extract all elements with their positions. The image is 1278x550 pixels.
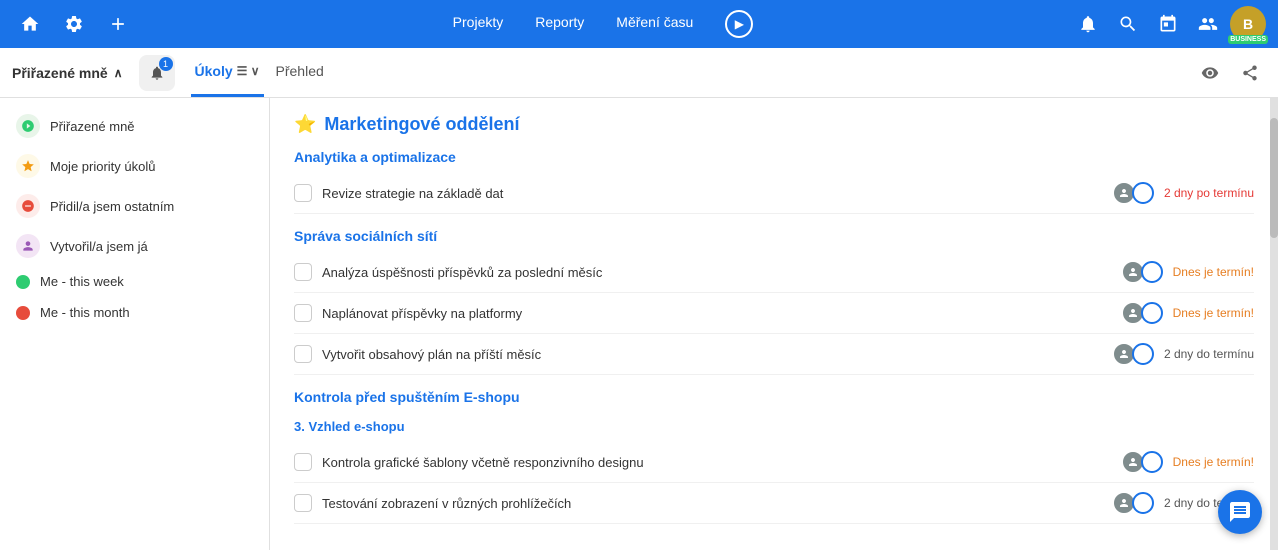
task-checkbox[interactable] <box>294 345 312 363</box>
nav-reporty[interactable]: Reporty <box>535 10 584 38</box>
tab-bar: Úkoly ☰ ∨ Přehled <box>191 48 328 97</box>
view-settings-icon[interactable] <box>1194 57 1226 89</box>
sidebar-item-priorities[interactable]: Moje priority úkolů <box>0 146 269 186</box>
calendar-icon[interactable] <box>1150 6 1186 42</box>
task-checkbox[interactable] <box>294 494 312 512</box>
tab-prehled[interactable]: Přehled <box>272 48 328 97</box>
sidebar: Přiřazené mně Moje priority úkolů Přidil… <box>0 98 270 550</box>
task-avatars <box>1121 450 1163 474</box>
sidebar-created-label: Vytvořil/a jsem já <box>50 239 148 254</box>
section-title-text: Marketingové oddělení <box>324 114 519 135</box>
task-row: Naplánovat příspěvky na platformy Dnes j… <box>294 293 1254 334</box>
task-avatars <box>1121 301 1163 325</box>
sidebar-this-week-label: Me - this week <box>40 274 124 289</box>
avatar-ring <box>1132 182 1154 204</box>
task-checkbox[interactable] <box>294 453 312 471</box>
tab-ukoly[interactable]: Úkoly ☰ ∨ <box>191 48 264 97</box>
task-checkbox[interactable] <box>294 304 312 322</box>
task-avatars <box>1121 260 1163 284</box>
task-checkbox[interactable] <box>294 263 312 281</box>
task-due-date: Dnes je termín! <box>1173 306 1254 320</box>
this-month-dot <box>16 306 30 320</box>
group-social-title: Správa sociálních sítí <box>294 228 1254 244</box>
group-eshop-title: Kontrola před spuštěním E-shopu <box>294 389 1254 405</box>
task-row: Revize strategie na základě dat 2 dny po… <box>294 173 1254 214</box>
task-name: Naplánovat příspěvky na platformy <box>322 306 1111 321</box>
this-week-dot <box>16 275 30 289</box>
avatar-ring <box>1141 261 1163 283</box>
notification-button[interactable]: 1 <box>139 55 175 91</box>
tab-prehled-label: Přehled <box>276 63 324 79</box>
tab-ukoly-label: Úkoly <box>195 63 233 79</box>
main-content: ⭐ Marketingové oddělení Analytika a opti… <box>270 98 1278 550</box>
task-due-date: Dnes je termín! <box>1173 265 1254 279</box>
notification-badge: 1 <box>159 57 173 71</box>
center-nav-links: Projekty Reporty Měření času ▶ <box>144 10 1062 38</box>
avatar-ring <box>1132 492 1154 514</box>
assigned-title[interactable]: Přiřazené mně ∧ <box>12 65 123 81</box>
top-navigation: Projekty Reporty Měření času ▶ B BUSINES… <box>0 0 1278 48</box>
avatar-ring <box>1141 302 1163 324</box>
subsection-number: 3. Vzhled e-shopu <box>294 419 1254 434</box>
task-due-date: 2 dny do termínu <box>1164 347 1254 361</box>
assigned-others-icon <box>16 194 40 218</box>
task-name: Vytvořit obsahový plán na příští měsíc <box>322 347 1102 362</box>
users-icon[interactable] <box>1190 6 1226 42</box>
task-due-date: 2 dny po termínu <box>1164 186 1254 200</box>
nav-projekty[interactable]: Projekty <box>453 10 504 38</box>
chat-bubble-button[interactable] <box>1218 490 1262 534</box>
sidebar-this-month-label: Me - this month <box>40 305 130 320</box>
task-avatars <box>1112 491 1154 515</box>
sidebar-item-assigned-others[interactable]: Přidil/a jsem ostatním <box>0 186 269 226</box>
sidebar-item-created[interactable]: Vytvořil/a jsem já <box>0 226 269 266</box>
sub-header-right-actions <box>1194 57 1266 89</box>
search-icon[interactable] <box>1110 6 1146 42</box>
sidebar-assigned-label: Přiřazené mně <box>50 119 135 134</box>
settings-icon[interactable] <box>56 6 92 42</box>
main-layout: Přiřazené mně Moje priority úkolů Přidil… <box>0 98 1278 550</box>
scrollbar[interactable] <box>1270 98 1278 550</box>
user-avatar[interactable]: B BUSINESS <box>1230 6 1266 42</box>
priorities-icon <box>16 154 40 178</box>
play-button[interactable]: ▶ <box>725 10 753 38</box>
section-title: ⭐ Marketingové oddělení <box>294 114 1254 135</box>
scrollbar-thumb[interactable] <box>1270 118 1278 238</box>
sidebar-assigned-others-label: Přidil/a jsem ostatním <box>50 199 174 214</box>
right-nav-icons: B BUSINESS <box>1070 6 1266 42</box>
home-icon[interactable] <box>12 6 48 42</box>
task-due-date: Dnes je termín! <box>1173 455 1254 469</box>
section-star-icon: ⭐ <box>294 114 316 135</box>
sidebar-priorities-label: Moje priority úkolů <box>50 159 156 174</box>
task-name: Analýza úspěšnosti příspěvků za poslední… <box>322 265 1111 280</box>
chevron-up-icon: ∧ <box>114 66 123 80</box>
group-analytika-title: Analytika a optimalizace <box>294 149 1254 165</box>
sub-header: Přiřazené mně ∧ 1 Úkoly ☰ ∨ Přehled <box>0 48 1278 98</box>
task-row: Testování zobrazení v různých prohlížečí… <box>294 483 1254 524</box>
task-avatars <box>1112 342 1154 366</box>
assigned-title-text: Přiřazené mně <box>12 65 108 81</box>
task-row: Kontrola grafické šablony včetně responz… <box>294 442 1254 483</box>
task-name: Revize strategie na základě dat <box>322 186 1102 201</box>
nav-mereni[interactable]: Měření času <box>616 10 693 38</box>
business-badge: BUSINESS <box>1228 35 1268 44</box>
task-name: Testování zobrazení v různých prohlížečí… <box>322 496 1102 511</box>
task-row: Vytvořit obsahový plán na příští měsíc 2… <box>294 334 1254 375</box>
share-icon[interactable] <box>1234 57 1266 89</box>
sidebar-item-this-week[interactable]: Me - this week <box>0 266 269 297</box>
filter-icon: ☰ ∨ <box>237 64 260 78</box>
avatar-ring <box>1141 451 1163 473</box>
add-icon[interactable] <box>100 6 136 42</box>
task-name: Kontrola grafické šablony včetně responz… <box>322 455 1111 470</box>
sidebar-item-assigned[interactable]: Přiřazené mně <box>0 106 269 146</box>
created-icon <box>16 234 40 258</box>
avatar-ring <box>1132 343 1154 365</box>
task-avatars <box>1112 181 1154 205</box>
sidebar-item-this-month[interactable]: Me - this month <box>0 297 269 328</box>
bell-icon[interactable] <box>1070 6 1106 42</box>
assigned-icon <box>16 114 40 138</box>
task-row: Analýza úspěšnosti příspěvků za poslední… <box>294 252 1254 293</box>
task-checkbox[interactable] <box>294 184 312 202</box>
